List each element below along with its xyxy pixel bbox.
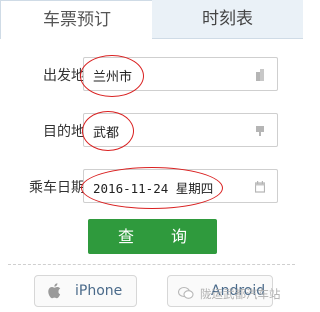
watermark: 陇运武都汽车站 xyxy=(178,285,303,305)
tab-bar: 车票预订 时刻表 xyxy=(0,0,303,39)
watermark-text: 陇运武都汽车站 xyxy=(200,287,281,301)
tab-ticket-booking[interactable]: 车票预订 xyxy=(0,0,154,39)
date-label: 乘车日期 xyxy=(29,180,85,196)
wechat-icon xyxy=(178,286,194,299)
calendar-icon xyxy=(255,181,265,193)
iphone-download-button[interactable]: iPhone xyxy=(34,275,137,307)
destination-row: 目的地 武都 xyxy=(0,113,303,149)
iphone-label: iPhone xyxy=(75,283,123,299)
search-button[interactable]: 查 询 xyxy=(88,219,217,254)
origin-field[interactable]: 兰州市 xyxy=(83,57,278,91)
date-row: 乘车日期 2016-11-24 星期四 xyxy=(0,169,303,205)
origin-row: 出发地 兰州市 xyxy=(0,57,303,93)
location-icon xyxy=(256,126,264,136)
destination-field[interactable]: 武都 xyxy=(83,113,278,147)
origin-label: 出发地 xyxy=(43,68,85,84)
origin-value: 兰州市 xyxy=(93,70,133,85)
divider xyxy=(8,264,295,265)
date-value: 2016-11-24 星期四 xyxy=(93,181,214,196)
apple-icon xyxy=(48,283,61,299)
destination-label: 目的地 xyxy=(43,124,85,140)
destination-value: 武都 xyxy=(93,126,120,141)
building-icon xyxy=(256,69,264,81)
tab-timetable[interactable]: 时刻表 xyxy=(152,0,303,39)
date-field[interactable]: 2016-11-24 星期四 xyxy=(83,169,278,203)
